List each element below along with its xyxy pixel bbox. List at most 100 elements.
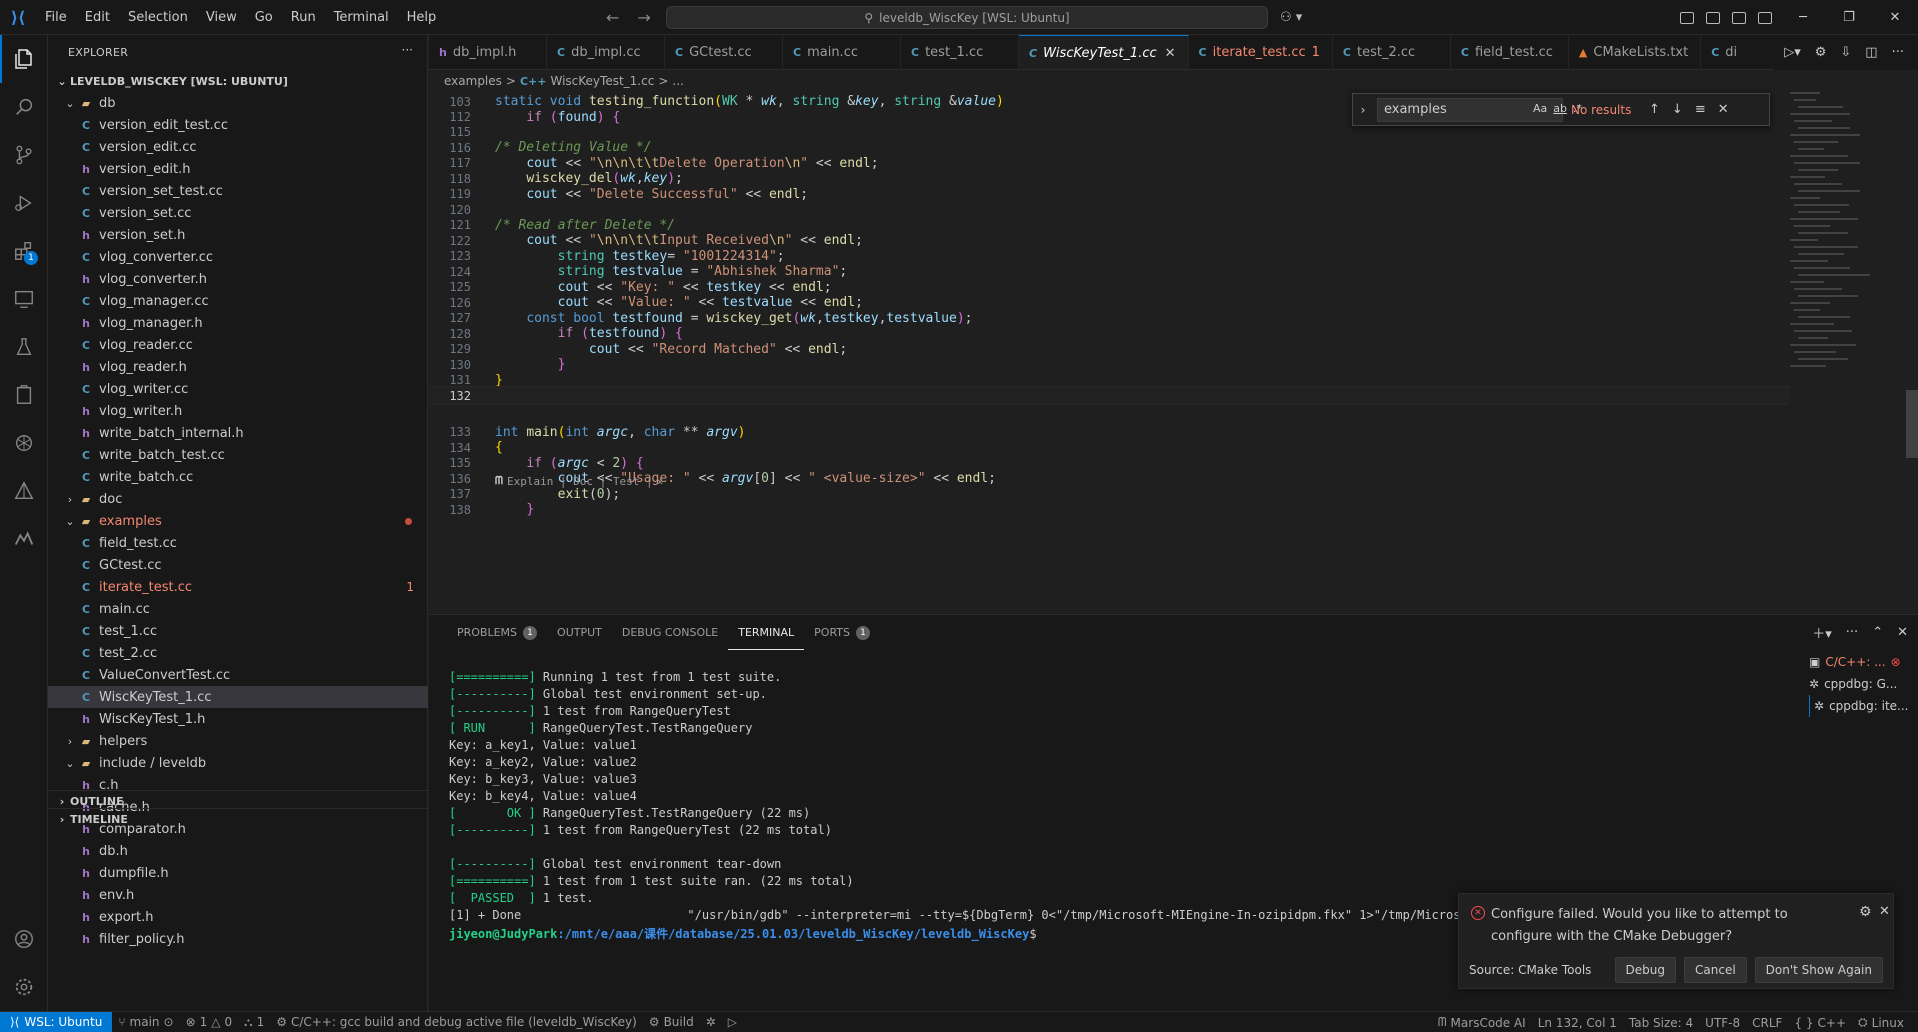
panel-tab-terminal[interactable]: TERMINAL	[728, 615, 805, 650]
arrow-down-icon[interactable]: ↓	[1672, 102, 1683, 117]
menu-view[interactable]: View	[197, 0, 246, 35]
tree-file[interactable]: Cversion_set.cc	[48, 202, 428, 224]
manage-gear-icon[interactable]	[0, 963, 48, 1011]
tree-file[interactable]: Cvlog_converter.cc	[48, 246, 428, 268]
editor-tab[interactable]: ▲ CMakeLists.txt	[1569, 35, 1702, 69]
command-center[interactable]: ⚲ leveldb_WiscKey [WSL: Ubuntu]	[666, 6, 1268, 29]
back-arrow-icon[interactable]: ←	[606, 8, 619, 27]
build-status[interactable]: ⚙ Build	[643, 1015, 700, 1029]
tab-size[interactable]: Tab Size: 4	[1623, 1016, 1699, 1030]
match-case-toggle[interactable]: Aa	[1533, 102, 1547, 115]
tree-file[interactable]: Cversion_set_test.cc	[48, 180, 428, 202]
tree-file[interactable]: Cfield_test.cc	[48, 532, 428, 554]
tree-file[interactable]: h env.h	[48, 884, 428, 906]
run-play-icon[interactable]: ▷▾	[1784, 45, 1801, 60]
terminal-instance[interactable]: ✲ cppdbg: G...	[1809, 673, 1915, 695]
menu-file[interactable]: File	[36, 0, 76, 35]
remote-explorer-icon[interactable]	[0, 275, 48, 323]
new-terminal-icon[interactable]: ＋▾	[1812, 623, 1832, 642]
timeline-section[interactable]: › TIMELINE	[48, 808, 428, 830]
close-panel-icon[interactable]: ✕	[1897, 625, 1908, 640]
editor-tab[interactable]: Cmain.cc	[783, 35, 901, 69]
tree-file[interactable]: C WiscKeyTest_1.cc	[48, 686, 428, 708]
gear-icon[interactable]: ⚙	[1859, 904, 1872, 920]
more-actions-icon[interactable]: ···	[1846, 625, 1858, 640]
menu-run[interactable]: Run	[282, 0, 325, 35]
split-editor-icon[interactable]: ◫	[1865, 45, 1877, 60]
editor-tab[interactable]: C WiscKeyTest_1.cc ✕	[1019, 35, 1189, 69]
panel-tab-problems[interactable]: PROBLEMS 1	[447, 615, 547, 650]
tree-file[interactable]: h dumpfile.h	[48, 862, 428, 884]
extensions-icon[interactable]: 1	[0, 227, 48, 275]
breadcrumb-symbol[interactable]: ...	[672, 74, 683, 88]
search-icon[interactable]	[0, 83, 48, 131]
breadcrumb-folder[interactable]: examples	[444, 74, 502, 88]
workspace-root[interactable]: ⌄ LEVELDB_WISCKEY [WSL: UBUNTU]	[48, 70, 427, 92]
tree-file[interactable]: Citerate_test.cc 1	[48, 576, 428, 598]
maximize-panel-icon[interactable]: ⌃	[1872, 625, 1883, 640]
clipboard-icon[interactable]	[0, 371, 48, 419]
toggle-secondary-sidebar-icon[interactable]	[1758, 11, 1772, 24]
codelens-actions[interactable]: Explain | Doc | Test |	[507, 475, 653, 488]
os-status[interactable]: ⛭ Linux	[1852, 1015, 1910, 1030]
folder-db[interactable]: ⌄ ▰ db	[48, 92, 428, 114]
minimap[interactable]	[1790, 92, 1900, 462]
editor-tab[interactable]: Cdb_impl.cc	[547, 35, 665, 69]
tree-file[interactable]: h vlog_converter.h	[48, 268, 428, 290]
close-icon[interactable]: ✕	[1879, 904, 1890, 919]
maximize-icon[interactable]: ❐	[1826, 0, 1872, 35]
ports-status[interactable]: ⛬ 1	[238, 1015, 270, 1030]
tree-file[interactable]: h version_edit.h	[48, 158, 428, 180]
tree-file[interactable]: h vlog_manager.h	[48, 312, 428, 334]
testing-icon[interactable]	[0, 323, 48, 371]
debug-bug-icon[interactable]: ✲	[700, 1015, 722, 1029]
chevron-right-icon[interactable]: ›	[1353, 103, 1373, 117]
encoding[interactable]: UTF-8	[1699, 1016, 1746, 1030]
terminal-instance[interactable]: ▣ C/C++: ... ⊗	[1809, 651, 1915, 673]
close-icon[interactable]: ✕	[657, 475, 664, 488]
menu-terminal[interactable]: Terminal	[325, 0, 398, 35]
tree-folder[interactable]: › ▰ doc	[48, 488, 428, 510]
menu-go[interactable]: Go	[246, 0, 282, 35]
menu-help[interactable]: Help	[398, 0, 446, 35]
tree-file[interactable]: h write_batch_internal.h	[48, 422, 428, 444]
code-editor[interactable]: 103 static void testing_function(WK * wk,…	[429, 92, 1918, 614]
tree-file[interactable]: Cwrite_batch.cc	[48, 466, 428, 488]
tree-file[interactable]: C GCtest.cc	[48, 554, 428, 576]
dont-show-again-button[interactable]: Don't Show Again	[1754, 957, 1883, 983]
explorer-icon[interactable]	[0, 35, 48, 83]
editor-tab[interactable]: Cfield_test.cc	[1451, 35, 1569, 69]
tree-folder[interactable]: › ▰ helpers	[48, 730, 428, 752]
editor-tab[interactable]: h db_impl.h	[429, 35, 547, 69]
tree-file[interactable]: Cvlog_reader.cc	[48, 334, 428, 356]
marscode-icon[interactable]	[0, 515, 48, 563]
whole-word-toggle[interactable]: ab	[1553, 102, 1567, 115]
customize-layout-icon[interactable]	[1680, 11, 1694, 24]
run-debug-icon[interactable]	[0, 179, 48, 227]
marscode-status[interactable]: ᗰ MarsCode AI	[1432, 1015, 1532, 1030]
menu-edit[interactable]: Edit	[76, 0, 119, 35]
openai-icon[interactable]	[0, 419, 48, 467]
toggle-panel-icon[interactable]	[1732, 11, 1746, 24]
more-actions-icon[interactable]: ···	[1892, 45, 1904, 60]
tree-file[interactable]: Ctest_2.cc	[48, 642, 428, 664]
tree-file[interactable]: Cversion_edit_test.cc	[48, 114, 428, 136]
tree-folder[interactable]: ⌄ ▰ examples	[48, 510, 428, 532]
tree-file[interactable]: h db.h	[48, 840, 428, 862]
cmake-icon[interactable]	[0, 467, 48, 515]
problems-status[interactable]: ⊗ 1 △ 0	[180, 1015, 239, 1029]
close-icon[interactable]: ✕	[1718, 102, 1729, 117]
tree-file[interactable]: h export.h	[48, 906, 428, 928]
editor-tab[interactable]: C GCtest.cc	[665, 35, 783, 69]
breadcrumb-file[interactable]: WiscKeyTest_1.cc	[550, 74, 654, 88]
remote-indicator[interactable]: ⟩⟨ WSL: Ubuntu	[0, 1011, 113, 1032]
tree-folder[interactable]: ⌄ ▰ include / leveldb	[48, 752, 428, 774]
close-window-icon[interactable]: ✕	[1872, 0, 1918, 35]
forward-arrow-icon[interactable]: →	[637, 8, 650, 27]
tree-file[interactable]: Cvlog_writer.cc	[48, 378, 428, 400]
find-in-selection-icon[interactable]: ≡	[1695, 102, 1706, 117]
regex-toggle[interactable]: .*	[1573, 102, 1582, 115]
tree-file[interactable]: h version_set.h	[48, 224, 428, 246]
cursor-position[interactable]: Ln 132, Col 1	[1532, 1016, 1623, 1030]
tree-file[interactable]: h vlog_reader.h	[48, 356, 428, 378]
